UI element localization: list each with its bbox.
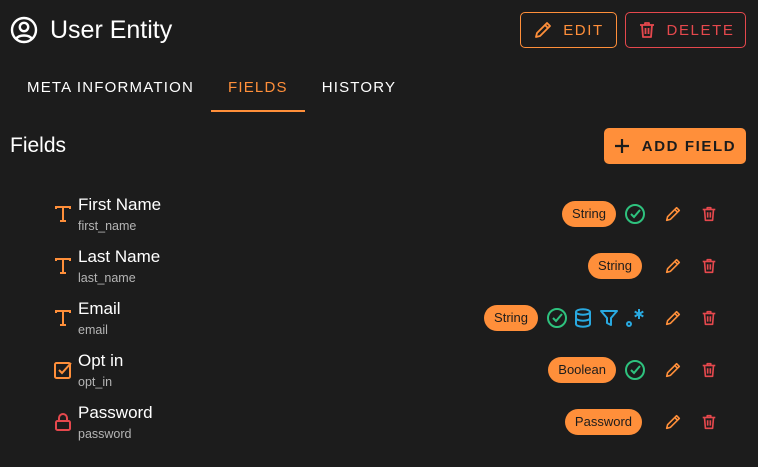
tab-meta-information[interactable]: META INFORMATION bbox=[10, 66, 211, 112]
field-name: Last Name bbox=[78, 247, 161, 266]
delete-button[interactable]: DELETE bbox=[625, 12, 746, 48]
field-actions: Password bbox=[564, 408, 722, 436]
field-type-badge: String bbox=[484, 305, 538, 331]
edit-field-button[interactable] bbox=[660, 253, 686, 279]
edit-field-button[interactable] bbox=[660, 409, 686, 435]
pencil-icon bbox=[664, 309, 682, 327]
text-type-icon bbox=[53, 204, 73, 224]
delete-field-button[interactable] bbox=[696, 357, 722, 383]
field-actions: String bbox=[562, 200, 722, 228]
section-title: Fields bbox=[10, 134, 67, 157]
edit-button-label: EDIT bbox=[563, 21, 604, 39]
edit-field-button[interactable] bbox=[660, 357, 686, 383]
trash-icon bbox=[700, 413, 718, 431]
trash-icon bbox=[700, 309, 718, 327]
field-key: last_name bbox=[78, 271, 136, 285]
database-icon bbox=[572, 307, 594, 329]
field-list: First Name first_name String Last Name last_… bbox=[0, 188, 758, 448]
filter-icon bbox=[598, 307, 620, 329]
field-row: Password password Password bbox=[0, 396, 758, 448]
lock-type-icon bbox=[53, 412, 73, 432]
pencil-icon bbox=[664, 413, 682, 431]
regex-icon bbox=[624, 307, 646, 329]
field-name: First Name bbox=[78, 195, 162, 214]
delete-field-button[interactable] bbox=[696, 201, 722, 227]
field-key: opt_in bbox=[78, 375, 113, 389]
required-icon bbox=[624, 203, 646, 225]
field-key: password bbox=[78, 427, 132, 441]
add-field-button[interactable]: ADD FIELD bbox=[604, 128, 746, 164]
field-actions: String bbox=[484, 304, 722, 332]
page-title: User Entity bbox=[50, 15, 173, 44]
field-actions: Boolean bbox=[548, 356, 722, 384]
tab-bar: META INFORMATION FIELDS HISTORY bbox=[10, 66, 413, 112]
tab-label: META INFORMATION bbox=[27, 79, 194, 96]
trash-icon bbox=[700, 361, 718, 379]
text-type-icon bbox=[53, 256, 73, 276]
pencil-icon bbox=[664, 257, 682, 275]
pencil-icon bbox=[535, 22, 552, 38]
field-name: Opt in bbox=[78, 351, 124, 370]
field-row: First Name first_name String bbox=[0, 188, 758, 240]
field-row: Opt in opt_in Boolean bbox=[0, 344, 758, 396]
edit-button[interactable]: EDIT bbox=[520, 12, 617, 48]
text-type-icon bbox=[53, 308, 73, 328]
required-icon bbox=[546, 307, 568, 329]
field-type-badge: String bbox=[588, 253, 642, 279]
delete-button-label: DELETE bbox=[666, 21, 735, 39]
edit-field-button[interactable] bbox=[660, 201, 686, 227]
field-key: email bbox=[78, 323, 108, 337]
field-row: Last Name last_name String bbox=[0, 240, 758, 292]
field-type-badge: Boolean bbox=[548, 357, 616, 383]
checkbox-type-icon bbox=[53, 360, 73, 380]
delete-field-button[interactable] bbox=[696, 409, 722, 435]
tab-history[interactable]: HISTORY bbox=[305, 66, 414, 112]
delete-field-button[interactable] bbox=[696, 305, 722, 331]
edit-field-button[interactable] bbox=[660, 305, 686, 331]
pencil-icon bbox=[664, 361, 682, 379]
tab-label: HISTORY bbox=[321, 79, 397, 96]
field-key: first_name bbox=[78, 219, 137, 233]
user-circle-icon bbox=[10, 16, 38, 44]
add-field-label: ADD FIELD bbox=[641, 137, 737, 155]
field-name: Password bbox=[78, 403, 153, 422]
trash-icon bbox=[639, 22, 654, 38]
field-actions: String bbox=[588, 252, 722, 280]
plus-icon bbox=[614, 139, 629, 153]
field-type-badge: String bbox=[562, 201, 616, 227]
trash-icon bbox=[700, 257, 718, 275]
trash-icon bbox=[700, 205, 718, 223]
field-type-badge: Password bbox=[564, 409, 642, 435]
field-name: Email bbox=[78, 299, 121, 318]
field-row: Email email String bbox=[0, 292, 758, 344]
delete-field-button[interactable] bbox=[696, 253, 722, 279]
tab-fields[interactable]: FIELDS bbox=[210, 66, 305, 112]
page-header: User Entity bbox=[10, 12, 172, 48]
tab-label: FIELDS bbox=[227, 79, 288, 96]
pencil-icon bbox=[664, 205, 682, 223]
required-icon bbox=[624, 359, 646, 381]
